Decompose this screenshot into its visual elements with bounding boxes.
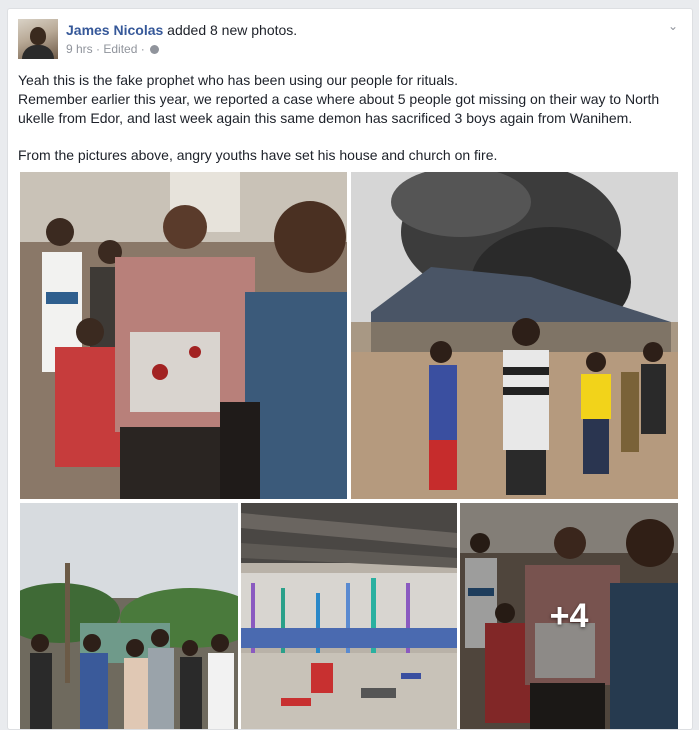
globe-icon[interactable] <box>150 45 160 54</box>
author-name-link[interactable]: James Nicolas <box>66 22 163 38</box>
photo-2[interactable] <box>351 172 678 499</box>
post-meta: 9 hrs · Edited · <box>66 42 160 56</box>
post-timestamp[interactable]: 9 hrs <box>66 42 93 56</box>
avatar-shoulders <box>22 45 54 59</box>
more-photos-overlay[interactable]: +4 <box>460 503 678 729</box>
post-body: Yeah this is the fake prophet who has be… <box>18 71 682 165</box>
avatar-head <box>30 27 46 45</box>
post-header: James Nicolas added 8 new photos. <box>66 22 297 38</box>
photo-4[interactable] <box>241 503 457 729</box>
chevron-down-icon[interactable]: ⌄ <box>664 17 682 35</box>
post-card: James Nicolas added 8 new photos. 9 hrs … <box>7 8 693 730</box>
edited-label[interactable]: Edited <box>103 42 137 56</box>
post-action-text: added 8 new photos. <box>163 22 298 38</box>
post-text-line: Yeah this is the fake prophet who has be… <box>18 72 458 88</box>
meta-separator: · <box>140 42 145 56</box>
post-text-line: Remember earlier this year, we reported … <box>18 91 660 126</box>
photo-5-more[interactable]: +4 <box>460 503 678 729</box>
author-avatar[interactable] <box>18 19 58 59</box>
post-text-line: From the pictures above, angry youths ha… <box>18 147 498 163</box>
photo-1[interactable] <box>20 172 347 499</box>
meta-separator: · <box>96 42 101 56</box>
photo-3[interactable] <box>20 503 238 729</box>
more-photos-count: +4 <box>549 596 589 635</box>
